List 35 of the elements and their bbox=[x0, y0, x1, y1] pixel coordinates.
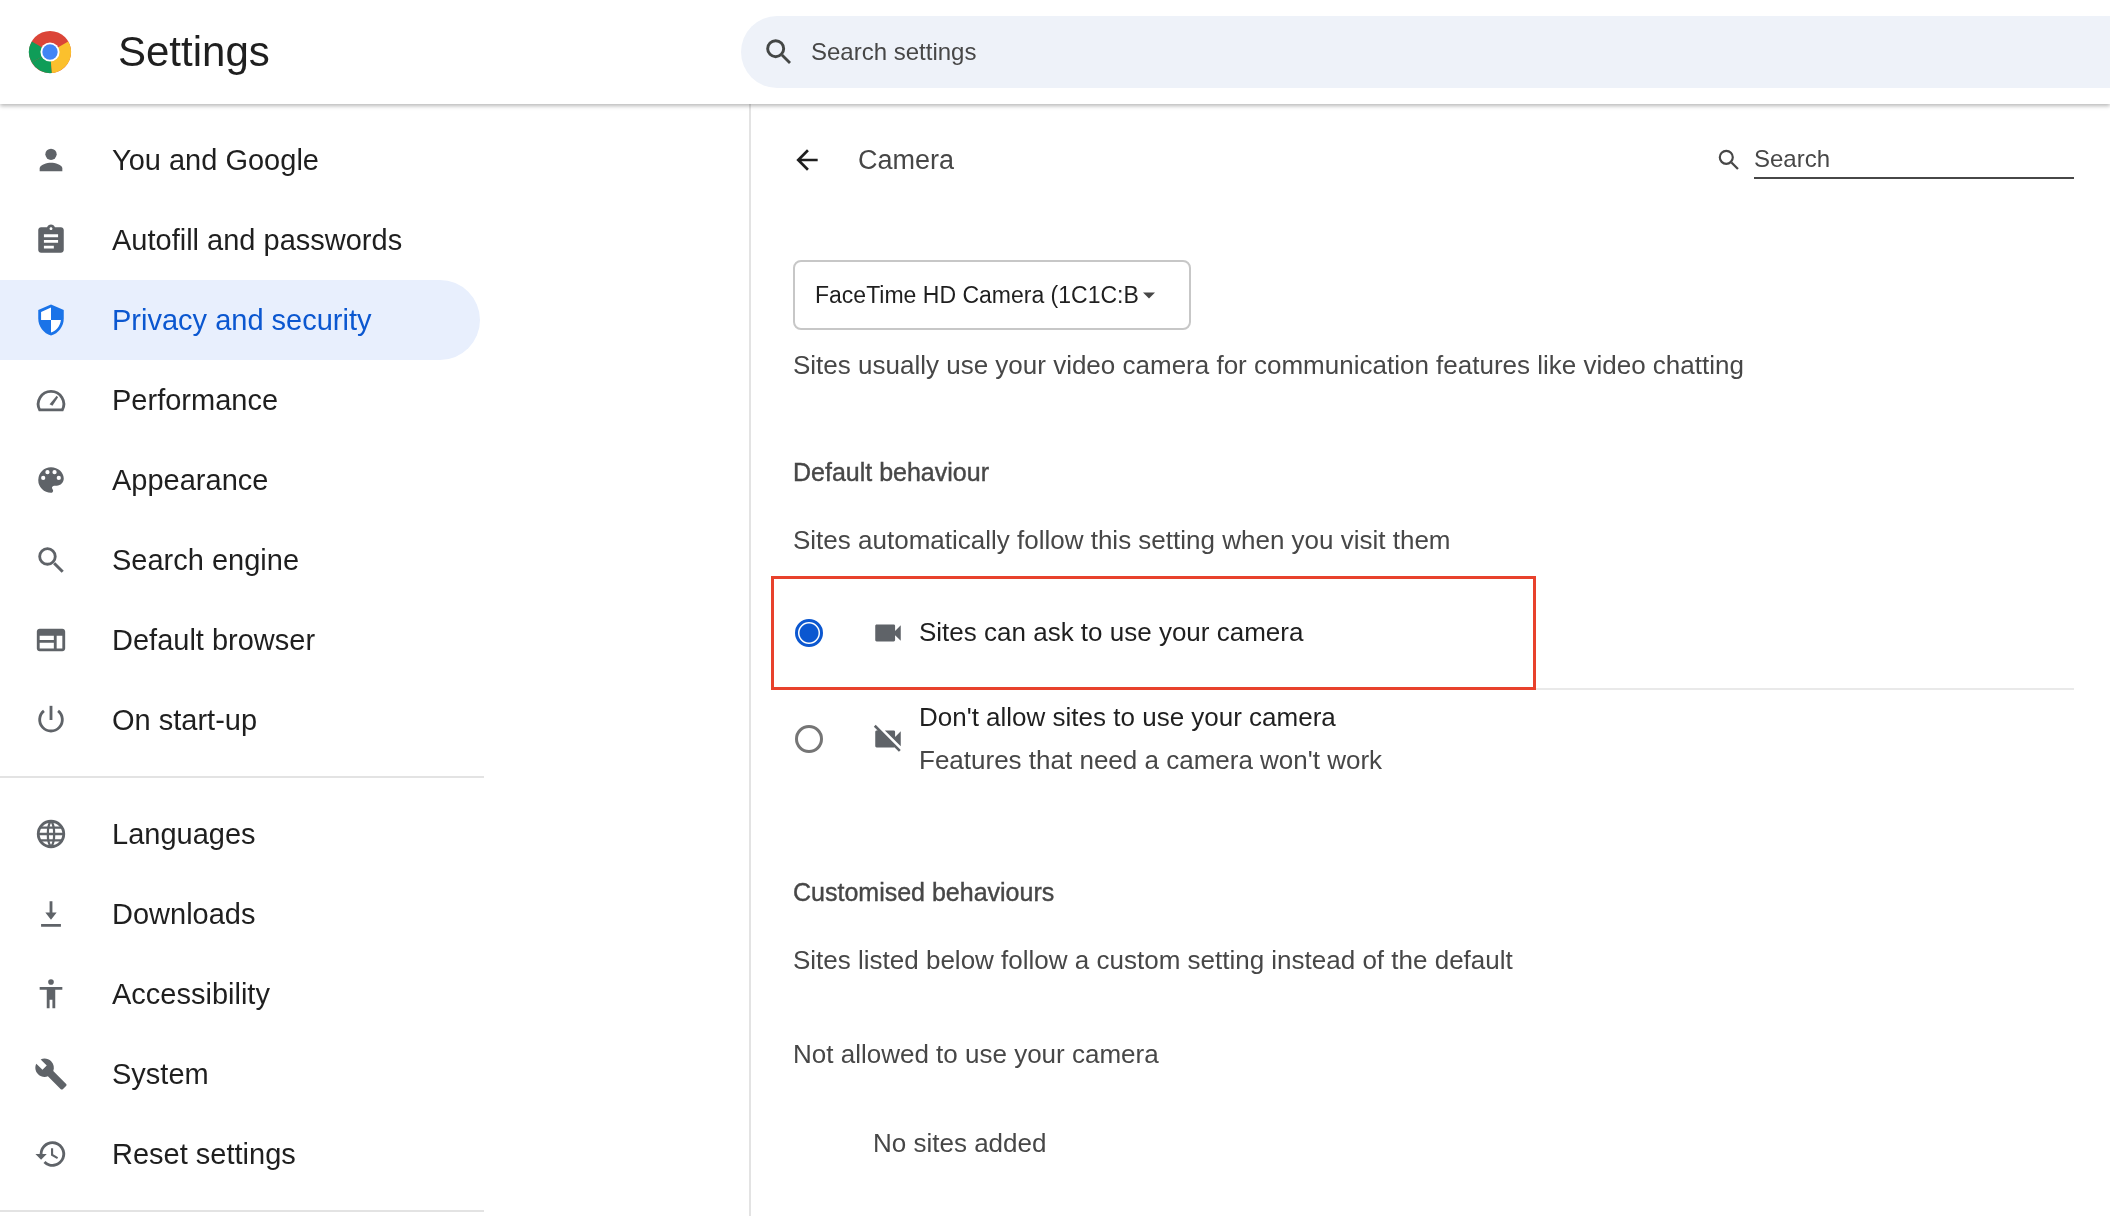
description-text: Sites automatically follow this setting when you visit them bbox=[793, 525, 1452, 556]
camera-dropdown[interactable]: FaceTime HD Camera (1C1C:B bbox=[793, 260, 1191, 330]
sidebar-item[interactable]: System bbox=[0, 1034, 480, 1114]
sidebar-item[interactable]: Performance bbox=[0, 360, 480, 440]
browser-logo-icon bbox=[27, 29, 73, 75]
search-field[interactable]: Search settings bbox=[809, 37, 2110, 67]
sidebar-item[interactable]: Appearance bbox=[0, 440, 480, 520]
empty-list-text: No sites added bbox=[873, 1128, 1048, 1159]
section-heading: Default behaviour bbox=[793, 458, 990, 487]
radio-button[interactable] bbox=[795, 619, 823, 647]
list-heading: Not allowed to use your camera bbox=[793, 1039, 1160, 1070]
sidebar-item[interactable]: Default browser bbox=[0, 600, 480, 680]
description-text: Sites usually use your video camera for communication features like video chatting bbox=[793, 350, 1745, 381]
sidebar-item[interactable]: Reset settings bbox=[0, 1114, 480, 1194]
option-description: Features that need a camera won't work bbox=[919, 745, 1384, 776]
option-label: Don't allow sites to use your camera bbox=[919, 702, 1337, 733]
search-bar[interactable]: Search settings bbox=[741, 16, 2110, 88]
description-text: Sites listed below follow a custom setting instead of the default bbox=[793, 945, 1514, 976]
sidebar-item[interactable]: Languages bbox=[0, 794, 480, 874]
caret-icon bbox=[1142, 291, 1155, 299]
sidebar-item[interactable]: Search engine bbox=[0, 520, 480, 600]
sidebar-item[interactable]: Downloads bbox=[0, 874, 480, 954]
sidebar-item[interactable]: Privacy and security bbox=[0, 280, 480, 360]
sidebar-item[interactable]: Accessibility bbox=[0, 954, 480, 1034]
page-title: Camera bbox=[858, 144, 956, 176]
menu-icon bbox=[34, 817, 68, 851]
sidebar-item[interactable]: On start-up bbox=[0, 680, 480, 760]
app-title: Settings bbox=[118, 28, 271, 76]
radio-button[interactable] bbox=[795, 725, 823, 753]
sidebar-item[interactable]: You and Google bbox=[0, 120, 480, 200]
menu-icon bbox=[34, 1057, 68, 1091]
option-label: Sites can ask to use your camera bbox=[919, 616, 1305, 648]
section-heading: Customised behaviours bbox=[793, 878, 1056, 907]
search-field[interactable]: Search bbox=[1754, 141, 2074, 179]
sidebar-item[interactable]: Autofill and passwords bbox=[0, 200, 480, 280]
